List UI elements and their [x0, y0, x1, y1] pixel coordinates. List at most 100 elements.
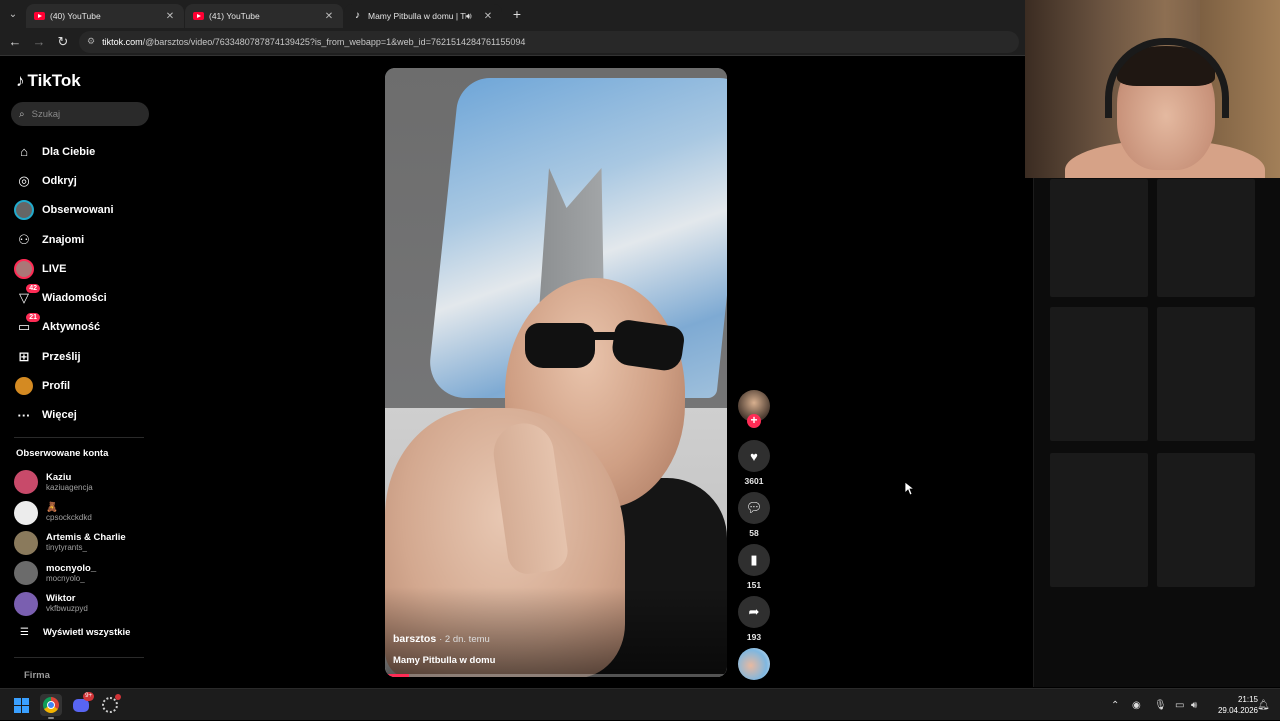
avatar: [14, 591, 38, 616]
url-bar[interactable]: ⚙︎ tiktok.com/@barsztos/video/7633480787…: [79, 30, 1019, 53]
forward-arrow-icon[interactable]: →: [27, 30, 51, 54]
music-disc-icon[interactable]: [738, 648, 770, 680]
sidebar-item-label: Dla Ciebie: [42, 145, 96, 158]
live-avatar-icon: [14, 258, 34, 279]
tab-title: (41) YouTube: [209, 11, 260, 21]
windows-start-icon[interactable]: [10, 694, 32, 716]
sidebar-item-label: Odkryj: [42, 174, 77, 187]
sidebar-item-label: Obserwowani: [42, 204, 114, 217]
following-account[interactable]: 🧸 cpsockckdkd: [14, 497, 126, 527]
browser-tab-active[interactable]: ♪ Mamy Pitbulla w domu | Ti 🔊︎ ✕: [344, 4, 502, 28]
sidebar-item-aktywnosc[interactable]: ▭ 21 Aktywność: [14, 313, 114, 342]
share-button[interactable]: ➦: [738, 596, 770, 628]
reload-icon[interactable]: ↻: [51, 30, 75, 54]
tray-chevron-up-icon[interactable]: ⌃: [1111, 689, 1119, 721]
bookmark-button[interactable]: ▮: [738, 544, 770, 576]
new-tab-plus-icon[interactable]: +: [507, 4, 527, 24]
activity-badge: 21: [26, 313, 40, 323]
clock-time: 21:15: [1237, 695, 1258, 704]
notification-bell-icon[interactable]: 🔔︎: [1257, 689, 1270, 721]
tab-close-icon[interactable]: ✕: [164, 11, 176, 22]
sidebar-item-label: Aktywność: [42, 321, 101, 334]
discord-taskbar-icon[interactable]: 9+: [70, 692, 94, 716]
following-account[interactable]: Kaziu kaziuagencja: [14, 467, 126, 497]
suggested-video-thumbnail[interactable]: [1050, 307, 1148, 441]
sidebar-item-profil[interactable]: Profil: [14, 371, 114, 400]
following-account[interactable]: mocnyolo_ mocnyolo_: [14, 558, 126, 588]
avatar: [14, 500, 38, 525]
sidebar-item-odkryj[interactable]: ◎ Odkryj: [14, 166, 114, 195]
microphone-icon[interactable]: 🎙︎: [1154, 689, 1167, 721]
windows-taskbar: 9+ ⌃ ◉ 🎙︎ ▭ 🔊︎ 21:15 29.04.2026 🔔︎: [0, 688, 1280, 720]
sidebar-item-live[interactable]: LIVE: [14, 254, 114, 283]
tab-search-chevron-icon[interactable]: ⌄: [0, 0, 26, 28]
sidebar-item-wiadomosci[interactable]: ▽ 42 Wiadomości: [14, 283, 114, 312]
chrome-taskbar-icon[interactable]: [40, 694, 62, 719]
like-button[interactable]: ♥: [738, 440, 770, 472]
account-username: vkfbwuzpyd: [46, 604, 88, 614]
sidebar: ♪ TikTok ⌕ Szukaj ⌂ Dla Ciebie ◎ Odkryj …: [0, 57, 160, 687]
account-username: kaziuagencja: [46, 482, 93, 492]
search-input[interactable]: ⌕ Szukaj: [11, 102, 149, 126]
author-name[interactable]: barsztos: [393, 633, 436, 645]
video-caption: Mamy Pitbulla w domu: [393, 655, 496, 666]
suggested-video-thumbnail[interactable]: [1050, 179, 1148, 297]
like-count: 3601: [744, 476, 764, 486]
more-icon: ···: [17, 407, 31, 423]
tab-close-icon[interactable]: ✕: [482, 11, 494, 22]
following-account[interactable]: Wiktor vkfbwuzpyd: [14, 589, 126, 619]
tab-close-icon[interactable]: ✕: [323, 11, 335, 22]
sidebar-item-label: LIVE: [42, 262, 67, 275]
share-count: 193: [746, 632, 762, 642]
suggested-video-thumbnail[interactable]: [1157, 307, 1255, 441]
follow-plus-icon[interactable]: +: [747, 414, 761, 428]
audio-playing-icon[interactable]: 🔊︎: [466, 11, 478, 22]
network-icon[interactable]: ▭: [1175, 689, 1184, 721]
video-progress-bar[interactable]: [385, 674, 727, 677]
sidebar-item-obserwowani[interactable]: Obserwowani: [14, 196, 114, 225]
search-icon: ⌕: [19, 108, 25, 120]
heart-icon: ♥: [750, 448, 758, 464]
tiktok-icon: ♪: [355, 10, 360, 21]
sidebar-item-wiecej[interactable]: ··· Więcej: [14, 401, 114, 430]
account-username: mocnyolo_: [46, 573, 85, 583]
webcam-overlay: [1025, 0, 1280, 178]
system-clock[interactable]: 21:15 29.04.2026: [1208, 694, 1258, 716]
search-placeholder: Szukaj: [31, 108, 61, 120]
site-info-icon[interactable]: ⚙︎: [87, 36, 95, 47]
sidebar-divider: [14, 657, 144, 658]
video-sunglasses: [525, 318, 686, 373]
bookmark-icon: ▮: [750, 552, 758, 567]
video-author[interactable]: barsztos · 2 dn. temu: [393, 633, 490, 645]
save-count: 151: [746, 580, 762, 590]
avatar: [14, 530, 38, 555]
comment-icon: 💬︎: [745, 500, 763, 515]
video-player[interactable]: barsztos · 2 dn. temu Mamy Pitbulla w do…: [385, 68, 727, 677]
messages-badge: 42: [26, 284, 40, 294]
volume-icon[interactable]: 🔊︎: [1191, 689, 1197, 721]
comment-button[interactable]: 💬︎: [738, 492, 770, 524]
suggested-video-thumbnail[interactable]: [1050, 453, 1148, 587]
show-all-following-button[interactable]: ☰ Wyświetl wszystkie: [20, 627, 130, 638]
back-arrow-icon[interactable]: ←: [3, 30, 27, 54]
sidebar-item-dla-ciebie[interactable]: ⌂ Dla Ciebie: [14, 137, 114, 166]
sidebar-item-label: Profil: [42, 380, 71, 393]
tiktok-logo[interactable]: ♪ TikTok: [16, 71, 81, 91]
following-avatar-icon: [14, 200, 34, 221]
sidebar-item-znajomi[interactable]: ⚇ Znajomi: [14, 225, 114, 254]
account-name: Kaziu: [46, 471, 72, 483]
upload-icon: ⊞: [18, 348, 30, 364]
discord-tray-icon[interactable]: ◉: [1132, 689, 1141, 721]
logo-text: TikTok: [27, 71, 81, 90]
browser-tab[interactable]: (40) YouTube ✕: [26, 4, 184, 28]
sidebar-item-przeslij[interactable]: ⊞ Prześlij: [14, 342, 114, 371]
sidebar-item-label: Wiadomości: [42, 292, 107, 305]
app-taskbar-icon[interactable]: [99, 694, 121, 716]
avatar: [14, 561, 38, 586]
footer-firma-link[interactable]: Firma: [24, 670, 50, 681]
notification-dot-icon: [115, 694, 121, 700]
suggested-video-thumbnail[interactable]: [1157, 453, 1255, 587]
suggested-video-thumbnail[interactable]: [1157, 179, 1255, 297]
browser-tab[interactable]: (41) YouTube ✕: [185, 4, 343, 28]
following-account[interactable]: Artemis & Charlie tinytyrants_: [14, 528, 126, 558]
